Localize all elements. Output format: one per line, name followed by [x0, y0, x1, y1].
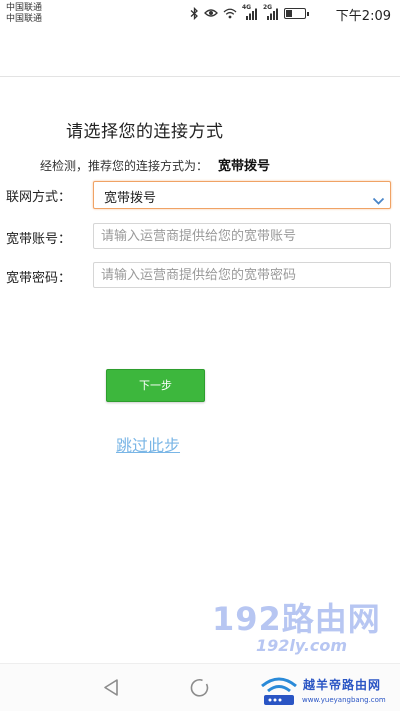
battery-icon: [284, 7, 309, 19]
network-type-2: 2G: [263, 3, 273, 11]
signal-icon: 2G: [263, 3, 279, 20]
bluetooth-icon: [190, 6, 199, 20]
skip-step-link[interactable]: 跳过此步: [116, 432, 180, 456]
clock: 下午2:09: [335, 9, 391, 24]
connection-type-label: 联网方式：: [6, 190, 72, 205]
signal-icon: 4G: [242, 3, 258, 20]
chevron-down-icon: [372, 191, 385, 210]
status-bar: 中国联通 中国联通 4G 2G 下午2:09: [0, 0, 400, 28]
site-url: www.yueyangbang.com: [302, 696, 386, 704]
header-bar: [0, 28, 400, 77]
home-icon[interactable]: [190, 678, 210, 702]
network-type-1: 4G: [242, 3, 252, 11]
eye-icon: [204, 8, 218, 18]
watermark-text: 192路由网: [212, 600, 381, 638]
recommendation-prefix: 经检测，推荐您的连接方式为：: [40, 159, 209, 173]
status-icons: 4G 2G: [190, 3, 309, 20]
recommendation-text: 经检测，推荐您的连接方式为： 宽带拨号: [40, 155, 270, 174]
watermark-url: 192ly.com: [256, 636, 348, 655]
back-icon[interactable]: [102, 678, 120, 701]
next-step-button[interactable]: 下一步: [106, 369, 205, 402]
router-logo-icon: [258, 674, 300, 711]
password-input[interactable]: [93, 262, 391, 288]
site-name: 越羊帝路由网: [303, 678, 382, 692]
connection-type-select[interactable]: 宽带拨号: [93, 181, 391, 209]
password-label: 宽带密码：: [6, 271, 72, 286]
account-label: 宽带账号：: [6, 232, 72, 247]
page-title: 请选择您的连接方式: [66, 122, 224, 142]
connection-type-value: 宽带拨号: [104, 191, 157, 206]
carrier-2: 中国联通: [6, 14, 43, 24]
recommended-connection: 宽带拨号: [218, 159, 271, 174]
account-input[interactable]: [93, 223, 391, 249]
wifi-icon: [223, 8, 237, 19]
carrier-1: 中国联通: [6, 3, 43, 13]
